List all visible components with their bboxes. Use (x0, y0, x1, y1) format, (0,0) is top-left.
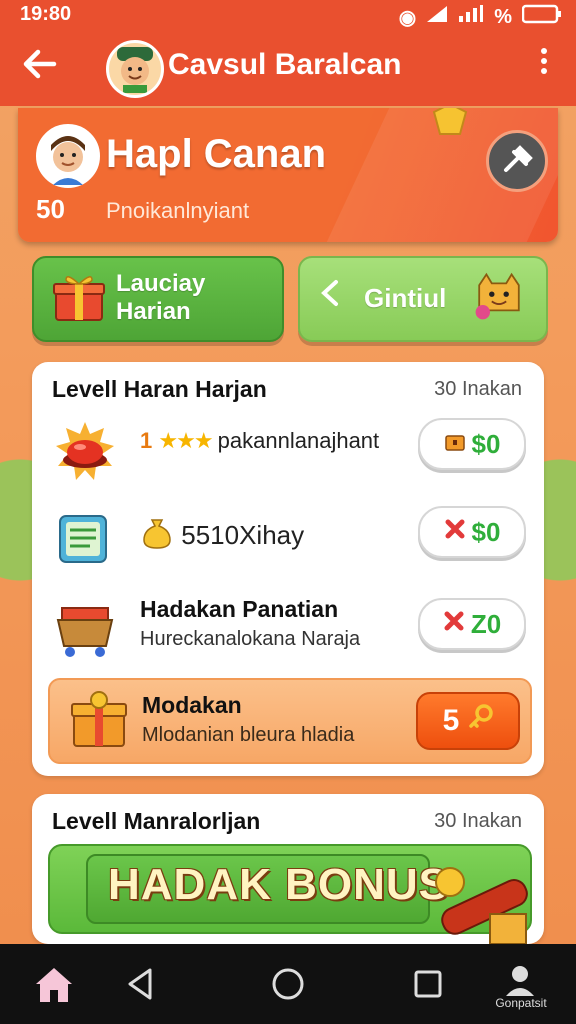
key-icon (467, 704, 494, 738)
circle-home-icon (272, 968, 304, 1000)
task-row: Hadakan Panatian Hureckanalokana Naraja … (32, 582, 544, 672)
floating-gem-icon (432, 108, 468, 135)
player-name: Hapl Canan (106, 132, 327, 176)
task-row: 1 ★★★ pakannlanajhant $0 (32, 408, 544, 498)
tools-icon (504, 145, 533, 172)
weekly-panel-title: Levell Manralorljan (52, 808, 261, 834)
player-avatar[interactable] (36, 124, 100, 188)
app-title: Cavsul Baralcan (168, 48, 402, 81)
reward-value: $0 (471, 516, 501, 547)
featured-task-row: Modakan Mlodanian bleura hladia 5 (48, 678, 532, 764)
bonus-label: HADAK BONUS (108, 860, 449, 909)
cannon-coins-icon (435, 867, 528, 944)
nav-recents-button[interactable] (400, 958, 456, 1010)
chevron-left-icon (318, 278, 342, 315)
bonus-button[interactable]: HADAK BONUS (48, 844, 532, 944)
task-label: 1 ★★★ pakannlanajhant (140, 428, 379, 454)
overflow-menu-button[interactable] (534, 46, 554, 86)
money-bag-icon (140, 519, 181, 550)
home-icon (36, 968, 72, 1002)
document-icon (59, 515, 107, 563)
app-mascot-avatar (106, 40, 164, 98)
mascot-face-icon (117, 47, 153, 93)
task-title: Hadakan Panatian (140, 596, 339, 622)
daily-panel-meta: 30 Inakan (434, 378, 522, 400)
reward-value: Z0 (470, 608, 502, 639)
back-button[interactable] (20, 44, 64, 88)
task-label: 5510Xihay (140, 516, 304, 551)
signal-icon (426, 5, 448, 29)
red-button-icon (56, 422, 114, 480)
task-text: 5510Xihay (181, 520, 305, 550)
signal-bars-icon (458, 5, 484, 29)
reward-value: $0 (471, 428, 501, 459)
tab-other[interactable]: Gintiul (298, 256, 548, 342)
task-row: 5510Xihay $0 (32, 494, 544, 584)
task-prefix: 1 (140, 428, 153, 453)
gift-box-icon (71, 691, 127, 747)
claim-value: 5 (442, 704, 460, 737)
app-bar: Cavsul Baralcan (0, 30, 576, 106)
player-face-icon (40, 128, 96, 185)
weekly-panel-meta: 30 Inakan (434, 810, 522, 832)
player-subtitle: Pnoikanlnyiant (106, 198, 250, 223)
triangle-back-icon (128, 968, 152, 1000)
reward-button[interactable]: Z0 (418, 598, 526, 650)
task-subtitle: Hureckanalokana Naraja (140, 628, 361, 650)
tab-daily-label: Lauciay Harian (116, 270, 205, 326)
weekly-panel: Levell Manralorljan 30 Inakan HADAK BONU… (32, 794, 544, 944)
nav-home-button[interactable] (26, 958, 82, 1010)
daily-tasks-panel: Levell Haran Harjan 30 Inakan 1 ★★★ paka… (32, 362, 544, 776)
claim-button[interactable]: 5 (416, 692, 520, 750)
tab-other-label: Gintiul (364, 283, 447, 313)
battery-icon (521, 4, 562, 30)
arrow-left-icon (23, 49, 57, 79)
daily-panel-title: Levell Haran Harjan (52, 376, 267, 402)
nav-back-button[interactable] (112, 958, 168, 1010)
nav-profile-label: Gonpatsit (495, 996, 547, 1010)
status-bar: 19:80 ◉ % (0, 0, 576, 30)
battery-percent: % (494, 5, 512, 28)
gift-box-icon (53, 276, 105, 321)
featured-task-subtitle: Mlodanian bleura hladia (142, 724, 355, 746)
x-mark-icon (444, 518, 466, 546)
reward-button[interactable]: $0 (418, 506, 526, 558)
task-text: pakannlanajhant (217, 428, 380, 453)
square-recents-icon (414, 970, 442, 998)
alarm-icon: ◉ (398, 6, 417, 29)
cart-icon (56, 607, 114, 657)
tab-daily-line1: Lauciay (116, 270, 206, 297)
featured-task-title: Modakan (142, 692, 242, 718)
star-rating-icon: ★★★ (158, 428, 213, 453)
nav-home-circle-button[interactable] (260, 958, 316, 1010)
profile-card: Hapl Canan 50 Pnoikanlnyiant (18, 108, 558, 242)
chest-icon (444, 430, 466, 458)
player-level: 50 (36, 194, 65, 224)
x-mark-icon (443, 610, 465, 638)
tab-daily-line2: Harian (116, 298, 191, 325)
more-vert-icon (541, 48, 547, 74)
reward-button[interactable]: $0 (418, 418, 526, 470)
tools-button[interactable] (486, 130, 548, 192)
system-nav-bar: Gonpatsit (0, 944, 576, 1024)
status-icons: ◉ % (399, 4, 562, 30)
treasure-creature-icon (475, 272, 520, 320)
status-time: 19:80 (20, 3, 72, 25)
user-icon (506, 966, 534, 996)
tab-daily[interactable]: Lauciay Harian (32, 256, 284, 342)
